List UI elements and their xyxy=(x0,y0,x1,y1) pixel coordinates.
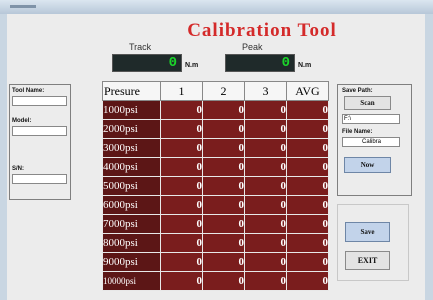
titlebar-icon xyxy=(10,5,36,8)
table-cell[interactable]: 0 xyxy=(244,271,287,291)
track-unit: N.m xyxy=(185,62,199,69)
table-cell[interactable]: 0 xyxy=(202,271,245,291)
table-cell[interactable]: 0 xyxy=(244,214,287,234)
table-cell[interactable]: 0 xyxy=(286,138,329,158)
table-row: 2000psi 0 0 0 0 xyxy=(102,119,329,139)
track-label: Track xyxy=(129,42,152,52)
table-row: 8000psi 0 0 0 0 xyxy=(102,233,329,253)
row-pressure-label: 8000psi xyxy=(102,233,161,253)
table-row: 5000psi 0 0 0 0 xyxy=(102,176,329,196)
peak-label: Peak xyxy=(242,42,263,52)
table-cell[interactable]: 0 xyxy=(202,119,245,139)
now-button[interactable]: Now xyxy=(344,157,391,173)
table-cell[interactable]: 0 xyxy=(244,252,287,272)
page-title: Calibration Tool xyxy=(7,20,425,42)
row-pressure-label: 4000psi xyxy=(102,157,161,177)
table-cell[interactable]: 0 xyxy=(286,100,329,120)
table-cell[interactable]: 0 xyxy=(286,195,329,215)
table-cell[interactable]: 0 xyxy=(286,271,329,291)
calibration-table: Presure 1 2 3 AVG 1000psi 0 0 0 0 2000psi 0 0 0… xyxy=(102,81,329,291)
table-cell[interactable]: 0 xyxy=(202,176,245,196)
table-cell[interactable]: 0 xyxy=(160,214,203,234)
table-cell[interactable]: 0 xyxy=(160,119,203,139)
save-path-field[interactable]: F:\ xyxy=(342,114,400,124)
table-row: 4000psi 0 0 0 0 xyxy=(102,157,329,177)
table-row: 3000psi 0 0 0 0 xyxy=(102,138,329,158)
header-trial-2: 2 xyxy=(202,81,245,101)
table-header-row: Presure 1 2 3 AVG xyxy=(102,81,329,101)
track-value: 0 xyxy=(168,55,177,71)
header-pressure: Presure xyxy=(102,81,161,101)
table-cell[interactable]: 0 xyxy=(160,157,203,177)
table-row: 6000psi 0 0 0 0 xyxy=(102,195,329,215)
row-pressure-label: 2000psi xyxy=(102,119,161,139)
table-cell[interactable]: 0 xyxy=(160,252,203,272)
tool-name-field[interactable] xyxy=(12,96,67,106)
row-pressure-label: 6000psi xyxy=(102,195,161,215)
table-cell[interactable]: 0 xyxy=(160,100,203,120)
app-window: Calibration Tool Track 0 N.m Peak 0 N.m … xyxy=(7,14,425,300)
peak-value: 0 xyxy=(281,55,290,71)
table-cell[interactable]: 0 xyxy=(244,119,287,139)
file-name-label: File Name: xyxy=(342,129,373,135)
table-cell[interactable]: 0 xyxy=(286,233,329,253)
model-label: Model: xyxy=(12,118,32,124)
table-cell[interactable]: 0 xyxy=(244,157,287,177)
table-row: 1000psi 0 0 0 0 xyxy=(102,100,329,120)
table-row: 7000psi 0 0 0 0 xyxy=(102,214,329,234)
row-pressure-label: 3000psi xyxy=(102,138,161,158)
table-cell[interactable]: 0 xyxy=(202,195,245,215)
table-cell[interactable]: 0 xyxy=(286,157,329,177)
model-field[interactable] xyxy=(12,126,67,136)
save-path-label: Save Path: xyxy=(342,88,373,94)
table-row: 10000psi 0 0 0 0 xyxy=(102,271,329,291)
row-pressure-label: 1000psi xyxy=(102,100,161,120)
row-pressure-label: 10000psi xyxy=(102,271,161,291)
peak-gauge: 0 xyxy=(225,54,295,72)
table-cell[interactable]: 0 xyxy=(160,271,203,291)
row-pressure-label: 7000psi xyxy=(102,214,161,234)
actions-panel: Save EXIT xyxy=(337,204,409,281)
header-trial-3: 3 xyxy=(244,81,287,101)
table-cell[interactable]: 0 xyxy=(286,252,329,272)
table-cell[interactable]: 0 xyxy=(202,157,245,177)
table-cell[interactable]: 0 xyxy=(244,176,287,196)
table-cell[interactable]: 0 xyxy=(160,233,203,253)
table-cell[interactable]: 0 xyxy=(286,176,329,196)
window-titlebar xyxy=(0,0,433,14)
row-pressure-label: 5000psi xyxy=(102,176,161,196)
header-avg: AVG xyxy=(286,81,329,101)
track-gauge: 0 xyxy=(112,54,182,72)
table-cell[interactable]: 0 xyxy=(286,214,329,234)
table-cell[interactable]: 0 xyxy=(160,176,203,196)
table-cell[interactable]: 0 xyxy=(202,214,245,234)
table-cell[interactable]: 0 xyxy=(244,195,287,215)
header-trial-1: 1 xyxy=(160,81,203,101)
save-settings-panel: Save Path: Scan F:\ File Name: Calibra N… xyxy=(337,84,412,196)
scan-button[interactable]: Scan xyxy=(344,96,391,110)
table-cell[interactable]: 0 xyxy=(202,100,245,120)
title-text: Calibration Tool xyxy=(187,20,337,41)
sn-label: S/N: xyxy=(12,166,24,172)
table-cell[interactable]: 0 xyxy=(202,138,245,158)
row-pressure-label: 9000psi xyxy=(102,252,161,272)
table-cell[interactable]: 0 xyxy=(286,119,329,139)
table-cell[interactable]: 0 xyxy=(160,195,203,215)
table-cell[interactable]: 0 xyxy=(202,233,245,253)
table-cell[interactable]: 0 xyxy=(160,138,203,158)
save-button[interactable]: Save xyxy=(345,222,390,242)
table-row: 9000psi 0 0 0 0 xyxy=(102,252,329,272)
peak-unit: N.m xyxy=(298,62,312,69)
exit-button[interactable]: EXIT xyxy=(345,251,390,270)
sn-field[interactable] xyxy=(12,174,67,184)
table-cell[interactable]: 0 xyxy=(202,252,245,272)
tool-info-panel: Tool Name: Model: S/N: xyxy=(9,84,71,200)
table-cell[interactable]: 0 xyxy=(244,233,287,253)
table-cell[interactable]: 0 xyxy=(244,100,287,120)
tool-name-label: Tool Name: xyxy=(12,88,45,94)
table-cell[interactable]: 0 xyxy=(244,138,287,158)
file-name-field[interactable]: Calibra xyxy=(342,137,400,147)
